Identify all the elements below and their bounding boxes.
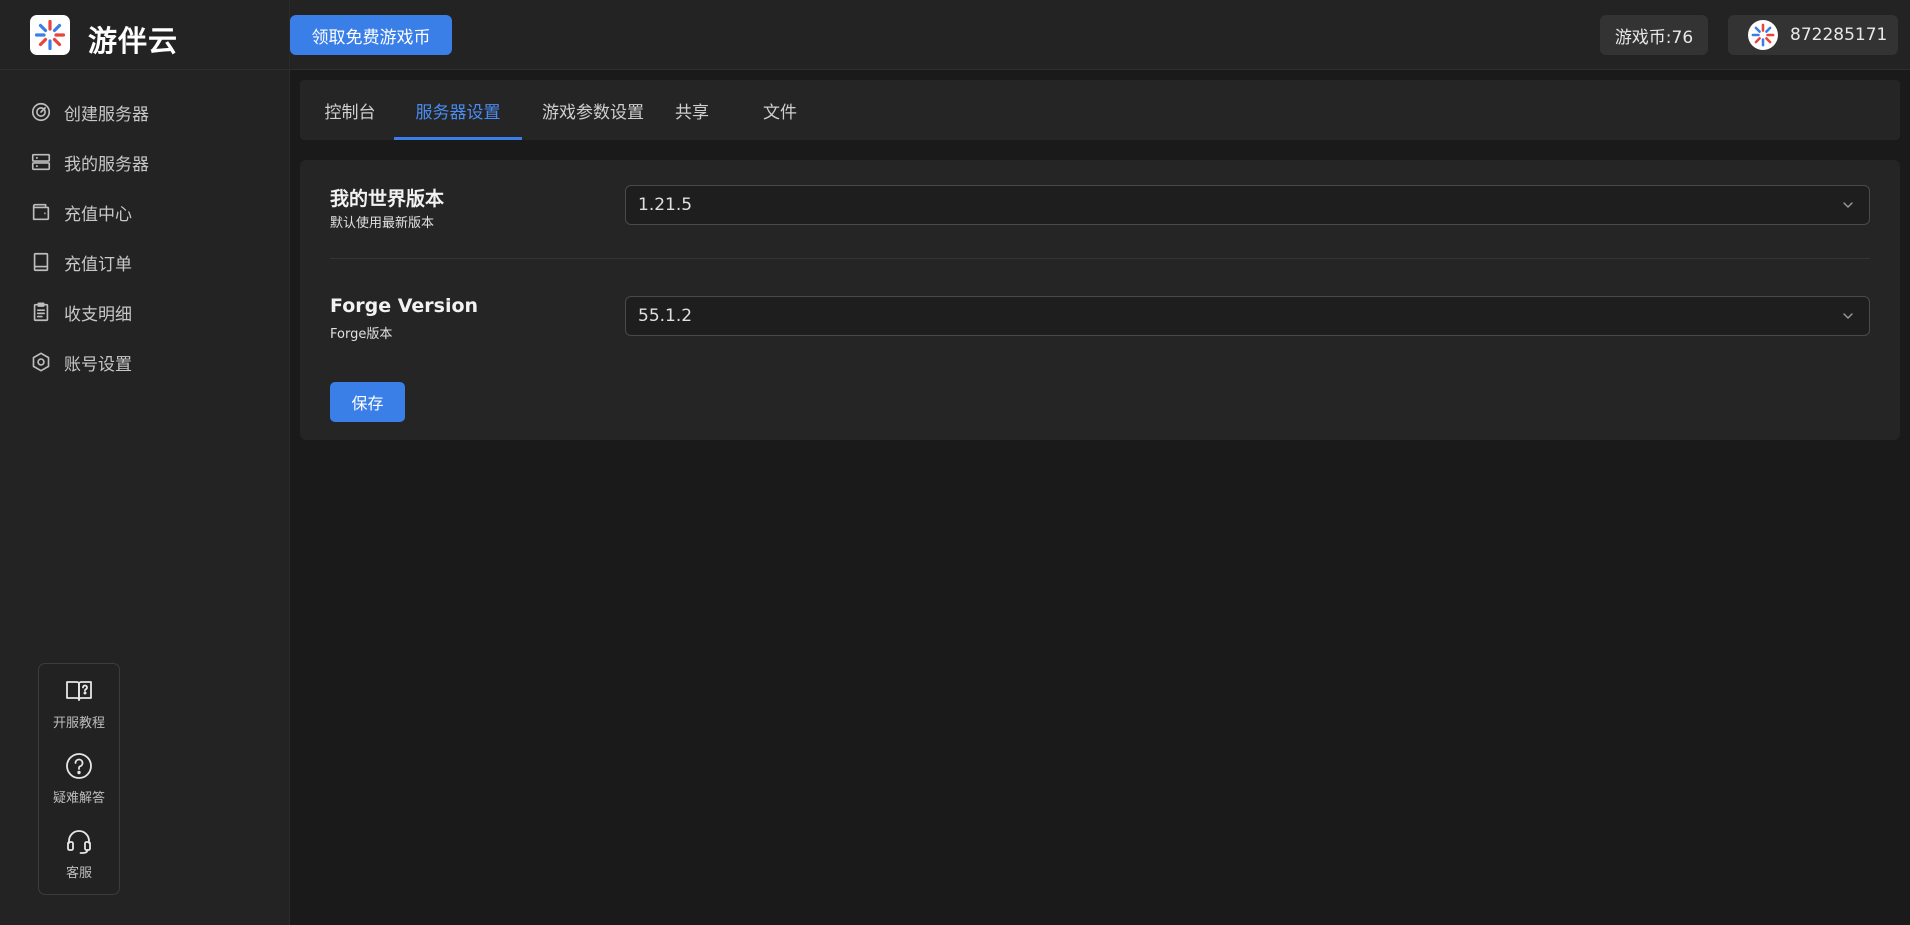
sidebar-item-my-servers[interactable]: 我的服务器 (30, 144, 270, 180)
tab-files[interactable]: 文件 (760, 80, 800, 140)
claim-free-coins-button[interactable]: 领取免费游戏币 (290, 15, 452, 55)
app-name: 游伴云 (88, 24, 179, 58)
chevron-down-icon (1843, 202, 1853, 208)
minecraft-version-subtitle: 默认使用最新版本 (330, 216, 435, 231)
server-settings-card: 我的世界版本 默认使用最新版本 1.21.5 Forge Version For… (300, 160, 1900, 440)
help-item-label: 客服 (65, 866, 92, 881)
wallet-icon (30, 201, 52, 223)
app-logo[interactable] (30, 15, 70, 55)
avatar (1748, 20, 1778, 50)
book-question-icon (66, 681, 92, 701)
sidebar: 创建服务器 我的服务器 充值中心 充值订单 收支明细 账号设置 开服教程 疑难解… (0, 70, 290, 925)
sidebar-item-create-server[interactable]: 创建服务器 (30, 94, 270, 130)
minecraft-version-select[interactable]: 1.21.5 (625, 185, 1870, 225)
top-header: 游伴云 领取免费游戏币 游戏币:76 872285171 (0, 0, 1910, 70)
hexagon-settings-icon (30, 351, 52, 373)
tab-label: 游戏参数设置 (542, 102, 644, 123)
tab-console[interactable]: 控制台 (320, 80, 380, 140)
book-icon (30, 251, 52, 273)
tab-share[interactable]: 共享 (672, 80, 712, 140)
question-circle-icon (66, 753, 92, 779)
avatar-burst-icon (1751, 23, 1775, 47)
tab-label: 文件 (763, 102, 797, 123)
forge-version-title: Forge Version (330, 295, 479, 317)
server-icon (30, 151, 52, 173)
active-tab-indicator (394, 137, 522, 140)
sidebar-item-label: 充值中心 (64, 204, 132, 225)
help-item-customer-service[interactable]: 客服 (39, 826, 119, 890)
sidebar-item-recharge-orders[interactable]: 充值订单 (30, 244, 270, 280)
user-menu[interactable]: 872285171 (1728, 15, 1898, 55)
user-id: 872285171 (1790, 25, 1888, 45)
tab-label: 共享 (675, 102, 709, 123)
chevron-down-icon (1843, 313, 1853, 319)
clipboard-icon (30, 301, 52, 323)
coin-balance-badge: 游戏币:76 (1600, 15, 1708, 55)
tab-label: 控制台 (324, 102, 376, 123)
help-item-label: 疑难解答 (52, 791, 105, 806)
save-button[interactable]: 保存 (330, 382, 405, 422)
headset-icon (67, 830, 91, 854)
sidebar-item-label: 我的服务器 (64, 154, 149, 175)
help-panel: 开服教程 疑难解答 客服 (38, 663, 120, 895)
sidebar-item-label: 账号设置 (64, 354, 132, 375)
tab-server-settings[interactable]: 服务器设置 (394, 80, 522, 140)
sidebar-item-label: 充值订单 (64, 254, 132, 275)
tab-label: 服务器设置 (415, 102, 501, 123)
app-root: 游伴云 领取免费游戏币 游戏币:76 872285171 创建服务器 我的服务器… (0, 0, 1910, 925)
sidebar-item-label: 创建服务器 (64, 104, 149, 125)
forge-version-subtitle: Forge版本 (330, 327, 393, 342)
logo-burst-icon (34, 19, 66, 51)
help-item-faq[interactable]: 疑难解答 (39, 751, 119, 815)
sidebar-item-account-settings[interactable]: 账号设置 (30, 344, 270, 380)
help-item-server-tutorial[interactable]: 开服教程 (39, 676, 119, 740)
sidebar-item-transactions[interactable]: 收支明细 (30, 294, 270, 330)
select-value: 55.1.2 (638, 306, 693, 326)
help-item-label: 开服教程 (52, 716, 105, 731)
tab-bar: 控制台 服务器设置 游戏参数设置 共享 文件 (300, 80, 1900, 140)
gauge-icon (30, 101, 52, 123)
select-value: 1.21.5 (638, 195, 693, 215)
tab-game-params[interactable]: 游戏参数设置 (538, 80, 648, 140)
forge-version-select[interactable]: 55.1.2 (625, 296, 1870, 336)
field-divider (330, 258, 1870, 259)
sidebar-item-label: 收支明细 (64, 304, 132, 325)
minecraft-version-title: 我的世界版本 (330, 188, 445, 210)
sidebar-item-recharge-center[interactable]: 充值中心 (30, 194, 270, 230)
